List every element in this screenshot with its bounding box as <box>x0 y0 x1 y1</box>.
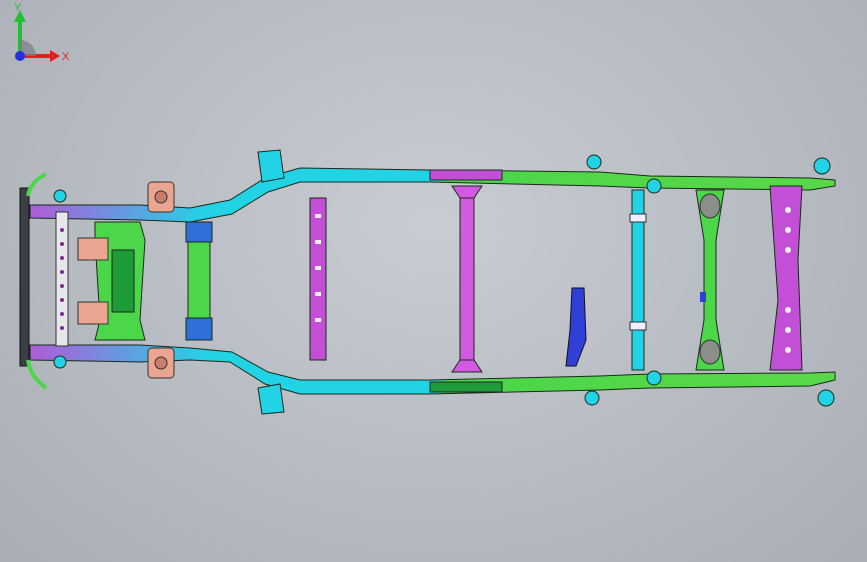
x-axis-label: X <box>62 51 70 63</box>
rear-mount-lower <box>817 389 835 407</box>
second-crossmember-mount-upper <box>185 221 213 243</box>
engine-crossmember-web <box>111 249 135 313</box>
y-axis-label: Y <box>14 2 22 14</box>
chassis-frame-model[interactable] <box>0 0 867 562</box>
rear-mount-upper <box>813 157 831 175</box>
blue-bracket <box>565 287 587 367</box>
rail-bracket-lower-front <box>257 383 285 415</box>
lower-rail-reinforcement <box>429 381 503 393</box>
front-tow-hook-upper <box>26 172 47 197</box>
front-rail-mount-lower <box>53 355 67 369</box>
upper-rail-reinforcement <box>429 169 503 181</box>
front-crossmember-plate <box>55 211 69 347</box>
graphics-viewport[interactable]: Y X <box>0 0 867 562</box>
front-bumper-bar <box>19 187 30 367</box>
rail-bracket-upper-front <box>257 149 285 183</box>
engine-mount-left <box>77 237 109 261</box>
front-tow-hook-lower <box>26 359 48 390</box>
engine-mount-right <box>77 301 109 325</box>
fourth-crossmember <box>459 191 475 365</box>
rail-mount-upper-mid <box>586 154 602 170</box>
rear-crossmember <box>769 185 803 371</box>
z-axis-dot <box>15 51 25 61</box>
rail-mount-lower-mid2 <box>646 370 662 386</box>
coordinate-triad: Y X <box>14 2 70 63</box>
front-rail-mount-upper <box>53 189 67 203</box>
third-crossmember <box>309 197 327 361</box>
second-crossmember-mount-lower <box>185 317 213 341</box>
rail-mount-lower-mid <box>584 390 600 406</box>
rail-mount-upper-mid2 <box>646 178 662 194</box>
